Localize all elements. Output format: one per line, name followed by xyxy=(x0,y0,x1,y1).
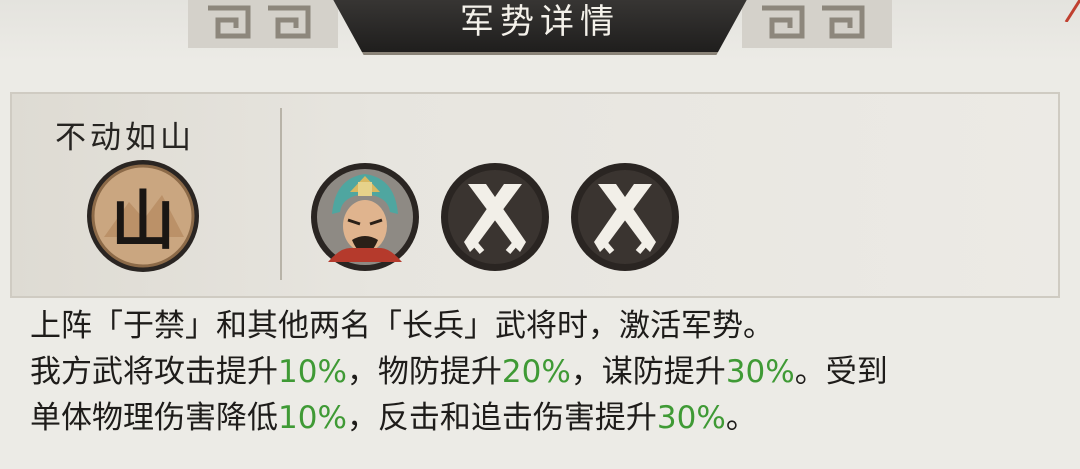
general-portrait-icon xyxy=(311,163,419,271)
desc-text: 。 xyxy=(725,400,757,436)
bonus-value: 30% xyxy=(656,400,726,436)
description-line-2: 我方武将攻击提升10%，物防提升20%，谋防提升30%。受到 xyxy=(30,349,1060,395)
description-line-1: 上阵「于禁」和其他两名「长兵」武将时，激活军势。 xyxy=(30,308,774,344)
close-icon[interactable] xyxy=(1052,0,1080,22)
army-icon-char: 山 xyxy=(111,185,175,259)
general-slot-1[interactable] xyxy=(310,162,420,272)
army-name: 不动如山 xyxy=(55,120,195,156)
mountain-emblem-icon: 山 xyxy=(87,160,199,272)
army-description: 上阵「于禁」和其他两名「长兵」武将时，激活军势。 我方武将攻击提升10%，物防提… xyxy=(30,303,1060,441)
bonus-value: 10% xyxy=(278,354,347,390)
general-slot-2[interactable] xyxy=(440,162,550,272)
desc-text: 单体物理伤害降低 xyxy=(30,400,278,436)
bonus-value: 10% xyxy=(278,400,347,436)
desc-text: ，物防提升 xyxy=(346,354,502,390)
desc-text: ，谋防提升 xyxy=(570,354,726,390)
crossed-blades-icon xyxy=(571,163,679,271)
divider xyxy=(280,108,282,280)
description-line-3: 单体物理伤害降低10%，反击和追击伤害提升30%。 xyxy=(30,395,1060,441)
bonus-value: 30% xyxy=(725,354,795,390)
crossed-blades-icon xyxy=(441,163,549,271)
general-slot-3[interactable] xyxy=(570,162,680,272)
page-title: 军势详情 xyxy=(460,2,620,42)
desc-text: 。受到 xyxy=(794,354,888,390)
bonus-value: 20% xyxy=(501,354,571,390)
desc-text: 我方武将攻击提升 xyxy=(30,354,278,390)
desc-text: ，反击和追击伤害提升 xyxy=(346,400,657,436)
header-bar: 军势详情 xyxy=(0,0,1080,62)
